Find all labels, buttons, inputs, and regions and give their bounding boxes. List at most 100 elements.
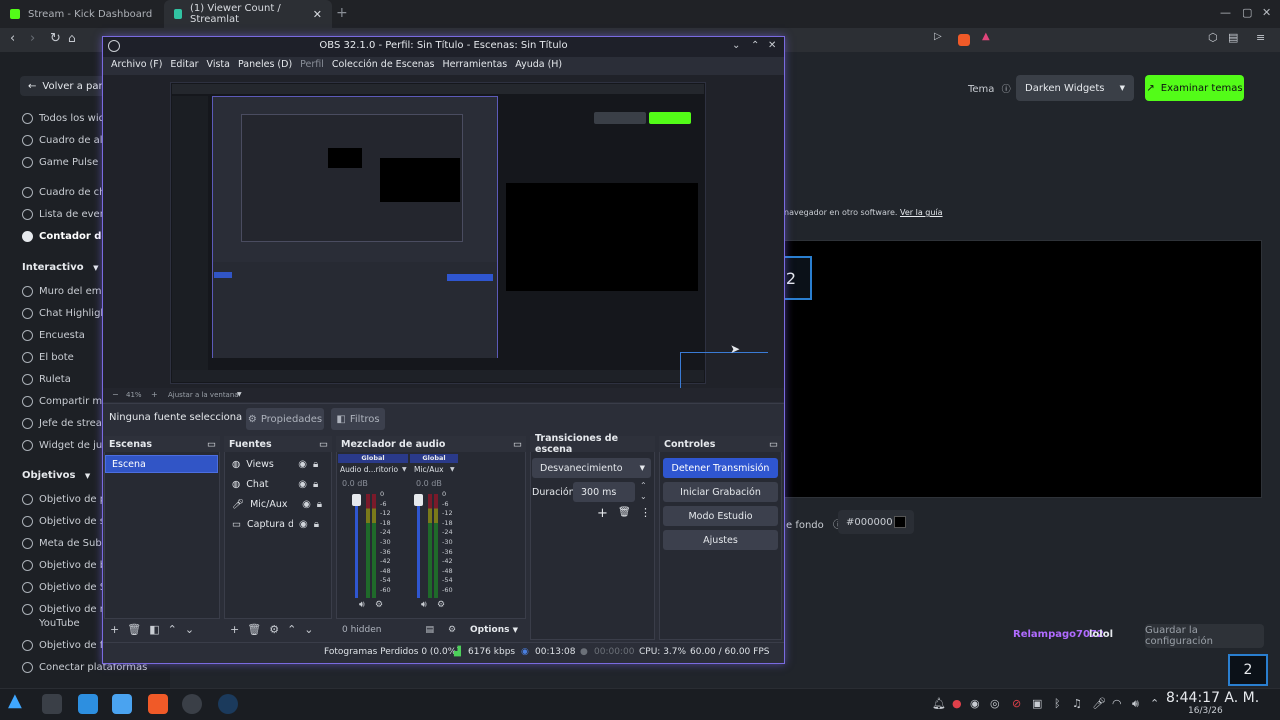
more-options-icon[interactable]: ⋮ (640, 506, 651, 519)
source-item-capture[interactable]: ▭ Captura de ◉ 🔒︎ (224, 514, 332, 534)
properties-button[interactable]: ⚙ Propiedades (246, 408, 324, 430)
speaker-icon[interactable]: 🔊︎ (359, 600, 365, 610)
scene-item[interactable]: Escena (105, 455, 218, 473)
menu-edit[interactable]: Editar (170, 59, 198, 75)
filter-icon[interactable]: ◧ (149, 623, 159, 636)
clock-time[interactable]: 8:44:17 A. M. (1166, 690, 1259, 706)
record-tray-icon[interactable]: ● (952, 697, 962, 710)
close-window-icon[interactable]: ✕ (1262, 6, 1271, 19)
caret-down-icon[interactable]: ▼ (450, 466, 455, 473)
obs-close-icon[interactable]: ✕ (768, 40, 776, 51)
source-item-chat[interactable]: ◍ Chat ◉ 🔒︎ (224, 474, 332, 494)
audio-tray-icon[interactable]: ♫ (1072, 697, 1082, 710)
channel-name[interactable]: Audio d...ritorio (340, 465, 408, 474)
spin-up-icon[interactable]: ⌃ (640, 481, 647, 490)
trash-icon[interactable]: 🗑︎ (247, 623, 261, 636)
update-tray-icon[interactable]: ⊘ (1012, 697, 1021, 710)
sidebar-item-game-widget[interactable]: Widget de jueg (22, 440, 115, 451)
duration-input[interactable]: 300 ms (573, 482, 635, 502)
sidebar-item-game-pulse[interactable]: Game Pulse↗ (22, 157, 112, 168)
speaker-icon[interactable]: 🔊︎ (421, 600, 427, 610)
fit-caret-icon[interactable]: ▼ (237, 391, 242, 398)
dock-menu-icon[interactable]: ▭ (207, 439, 216, 450)
sidebar-item-wheel[interactable]: Ruleta (22, 374, 71, 385)
sidebar-item-emote-wall[interactable]: Muro del emoti (22, 286, 114, 297)
add-icon[interactable]: + (110, 623, 119, 636)
menu-docks[interactable]: Paneles (D) (238, 59, 292, 75)
channel-name[interactable]: Mic/Aux (414, 465, 454, 474)
up-icon[interactable]: ⌃ (287, 623, 296, 636)
steam-icon[interactable] (218, 694, 238, 714)
sidebar-item-all-widgets[interactable]: Todos los widg (22, 113, 111, 124)
browser-tab[interactable]: Stream - Kick Dashboard (0, 0, 164, 28)
color-swatch[interactable] (894, 516, 906, 528)
transition-select[interactable]: Desvanecimiento ▼ (532, 458, 651, 478)
close-tab-icon[interactable]: ✕ (313, 8, 322, 21)
eye-icon[interactable]: ◉ (302, 499, 311, 510)
bell-tray-icon[interactable]: 🔔︎ (932, 697, 946, 710)
channel-settings-icon[interactable]: ⚙ (437, 600, 445, 610)
volume-slider-track[interactable] (355, 494, 358, 598)
add-transition-icon[interactable]: + (597, 506, 608, 521)
section-objectives[interactable]: Objetivos ▼ (22, 470, 90, 481)
dock-menu-icon[interactable]: ▭ (513, 439, 522, 450)
menu-profile[interactable]: Perfil (300, 59, 324, 75)
clipboard-tray-icon[interactable]: ▣ (1032, 697, 1042, 710)
start-recording-button[interactable]: Iniciar Grabación (663, 482, 778, 502)
caret-down-icon[interactable]: ▼ (402, 466, 407, 473)
obs-collapse-icon[interactable]: ⌄ (732, 40, 740, 51)
down-icon[interactable]: ⌄ (185, 623, 194, 636)
dock-menu-icon[interactable]: ▭ (319, 439, 328, 450)
trash-icon[interactable]: 🗑︎ (618, 507, 631, 518)
volume-slider-handle[interactable] (414, 494, 423, 506)
eye-icon[interactable]: ◉ (298, 479, 307, 490)
down-icon[interactable]: ⌄ (304, 623, 313, 636)
channel-settings-icon[interactable]: ⚙ (375, 600, 383, 610)
section-interactive[interactable]: Interactivo ▼ (22, 262, 98, 273)
new-tab-button[interactable]: + (336, 5, 348, 21)
menu-tools[interactable]: Herramientas (443, 59, 508, 75)
minimize-icon[interactable]: — (1220, 6, 1231, 19)
dock-menu-icon[interactable]: ▭ (769, 439, 778, 450)
filters-button[interactable]: ◧ Filtros (331, 408, 385, 430)
menu-view[interactable]: Vista (207, 59, 230, 75)
mixer-options-button[interactable]: Options ▼ (470, 625, 518, 635)
add-icon[interactable]: + (230, 623, 239, 636)
up-icon[interactable]: ⌃ (168, 623, 177, 636)
sidebar-item-the-jar[interactable]: El bote (22, 352, 74, 363)
zoom-in-icon[interactable]: + (151, 390, 158, 399)
obs-tray-icon[interactable]: ◉ (970, 697, 980, 710)
settings-button[interactable]: Ajustes (663, 530, 778, 550)
stop-streaming-button[interactable]: Detener Transmisión (663, 458, 778, 478)
volume-slider-track[interactable] (417, 494, 420, 598)
lock-icon[interactable]: 🔒︎ (313, 479, 318, 490)
source-item-mic[interactable]: 🎤︎ Mic/Aux ◉ 🔒︎ (224, 494, 332, 514)
terminal-icon[interactable] (42, 694, 62, 714)
background-color-input[interactable]: #000000 (838, 510, 914, 534)
wifi-icon[interactable]: ◠ (1112, 697, 1122, 710)
browser-tab-active[interactable]: (1) Viewer Count / Streamlat ✕ (164, 0, 332, 28)
layout-icon[interactable]: ▤ (425, 625, 434, 635)
rewards-icon[interactable]: ▲ (982, 31, 990, 42)
menu-help[interactable]: Ayuda (H) (515, 59, 562, 75)
obs-icon[interactable] (182, 694, 202, 714)
gear-icon[interactable]: ⚙ (269, 623, 279, 636)
eye-icon[interactable]: ◉ (299, 519, 308, 530)
volume-icon[interactable]: 🔊︎ (1132, 697, 1139, 711)
menu-file[interactable]: Archivo (F) (111, 59, 162, 75)
files-icon[interactable] (112, 694, 132, 714)
trash-icon[interactable]: 🗑︎ (127, 623, 141, 636)
media-icon[interactable]: ▷ (934, 31, 942, 42)
arch-launcher-icon[interactable]: ▲ (8, 690, 28, 711)
eye-icon[interactable]: ◉ (298, 459, 307, 470)
sidebar-item-stream-boss[interactable]: Jefe de stream (22, 418, 112, 429)
theme-select[interactable]: Darken Widgets ▼ (1016, 75, 1134, 101)
menu-scene-collection[interactable]: Colección de Escenas (332, 59, 435, 75)
extensions-icon[interactable]: ⬡ (1208, 31, 1218, 44)
maximize-icon[interactable]: ▢ (1242, 6, 1252, 19)
mic-tray-icon[interactable]: 🎤︎ (1092, 697, 1106, 710)
hidden-count[interactable]: 0 hidden (342, 625, 381, 635)
guide-link[interactable]: Ver la guía (900, 208, 943, 217)
sidebar-item-poll[interactable]: Encuesta (22, 330, 85, 341)
chevron-up-icon[interactable]: ⌃ (1150, 697, 1159, 710)
